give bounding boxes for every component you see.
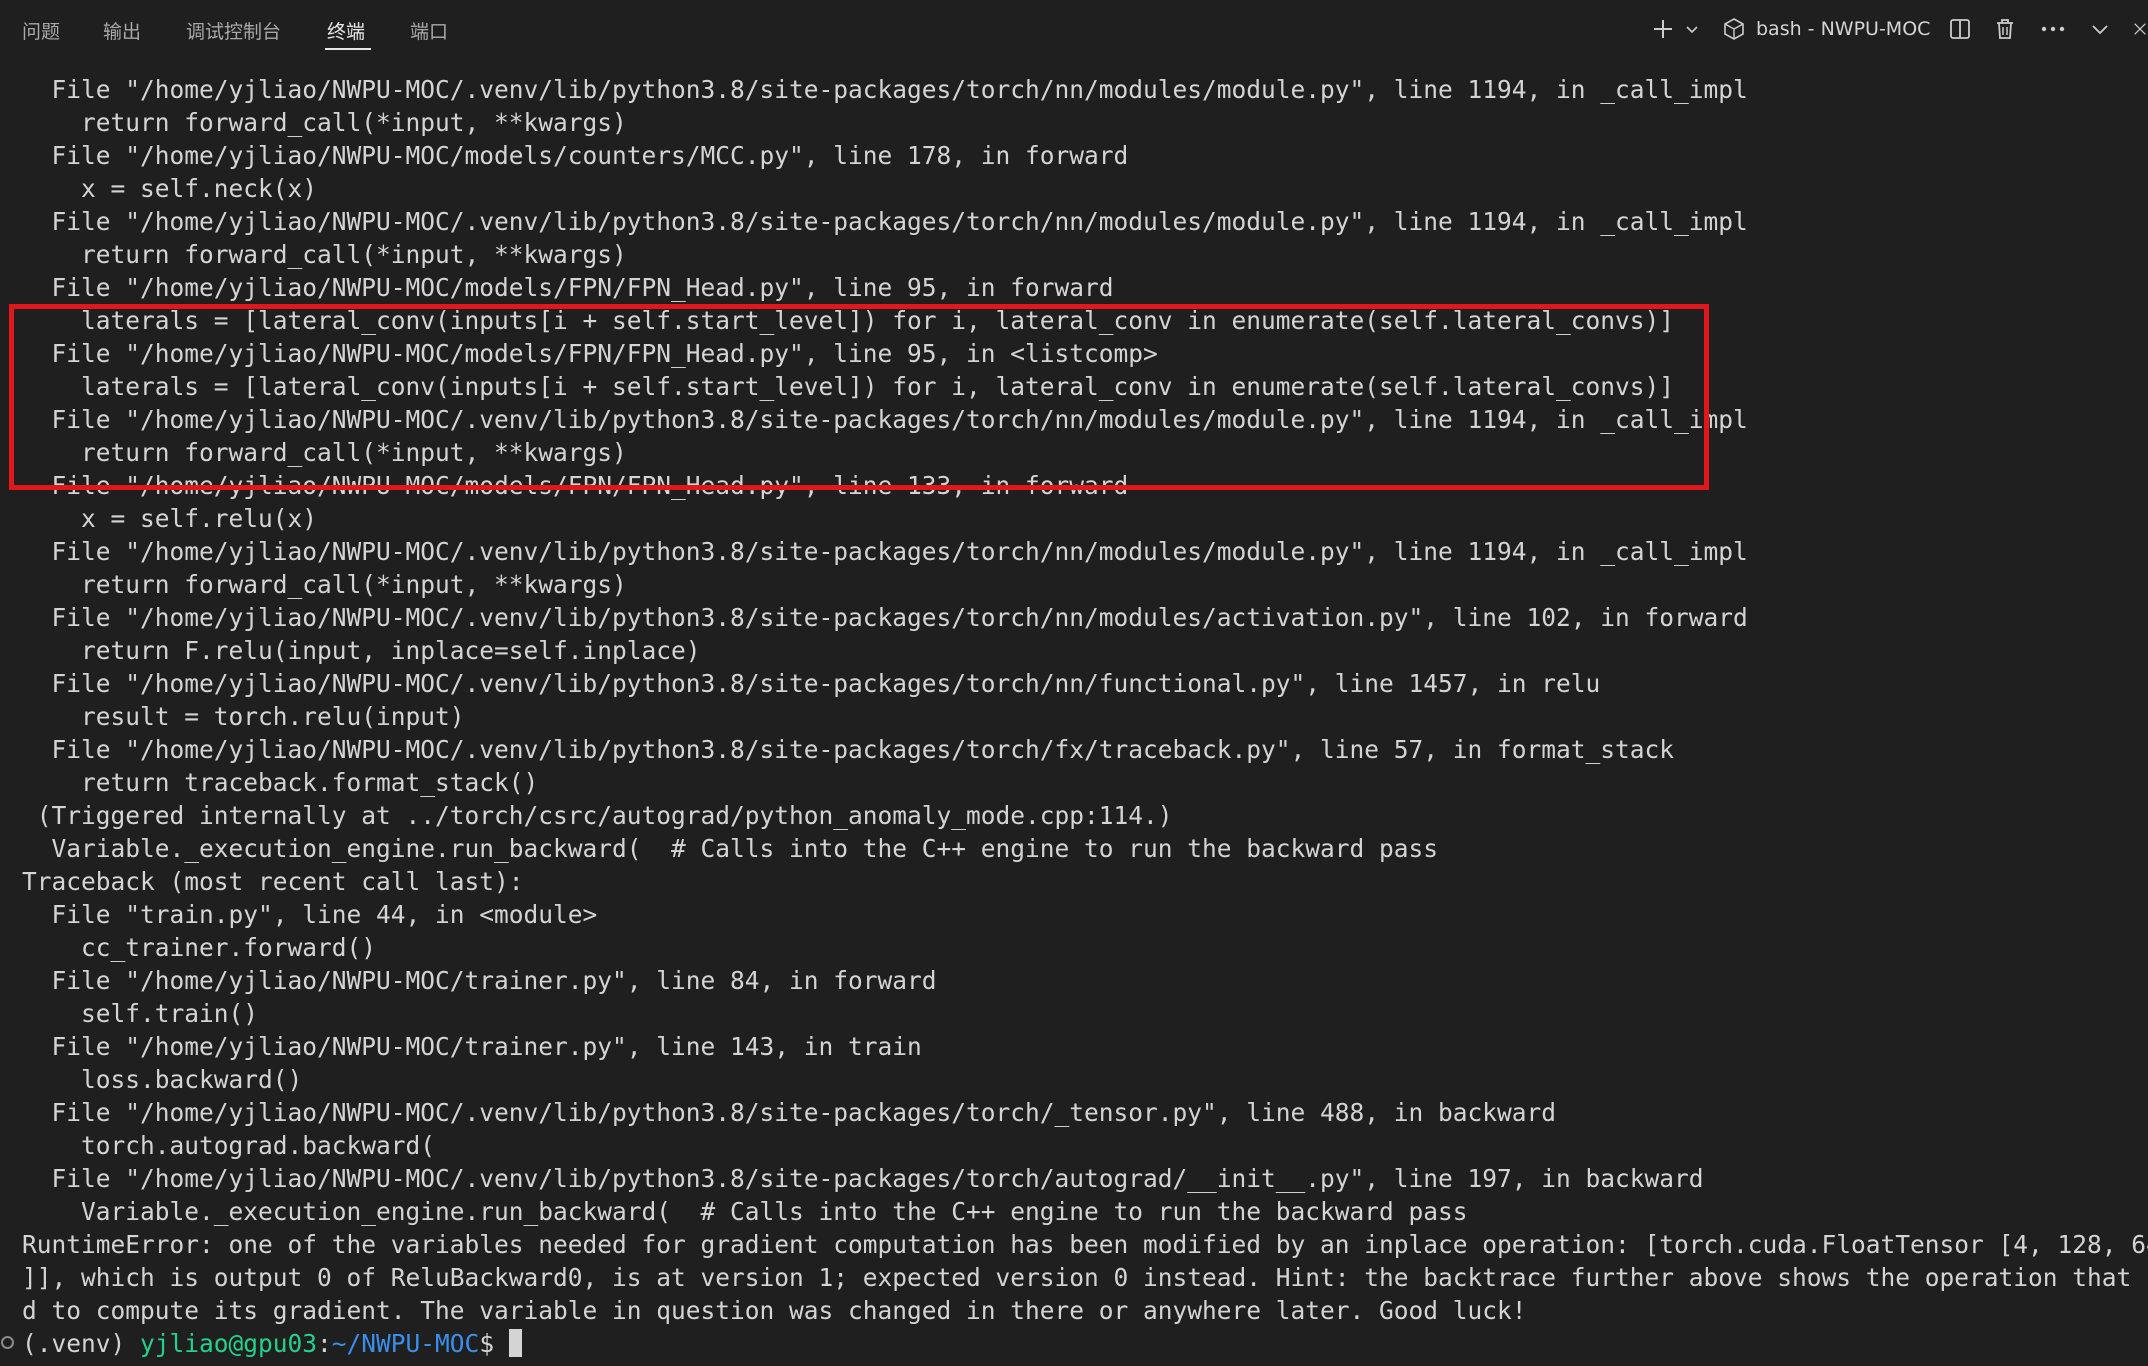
tab-ports[interactable]: 端口 — [410, 17, 448, 44]
terminal-name[interactable]: bash - NWPU-MOC — [1756, 18, 1930, 40]
terminal-line: return forward_call(*input, **kwargs) — [22, 570, 627, 599]
chevron-down-icon[interactable] — [1682, 14, 1702, 44]
tab-terminal[interactable]: 终端 — [327, 17, 365, 44]
terminal-line: File "/home/yjliao/NWPU-MOC/.venv/lib/py… — [22, 537, 1748, 566]
terminal-line: Variable._execution_engine.run_backward(… — [22, 1197, 1468, 1226]
error-line: d to compute its gradient. The variable … — [22, 1296, 1527, 1325]
terminal-line: File "/home/yjliao/NWPU-MOC/models/FPN/F… — [22, 273, 1114, 302]
terminal-line: return forward_call(*input, **kwargs) — [22, 240, 627, 269]
split-terminal-icon[interactable] — [1946, 14, 1974, 44]
active-tab-indicator — [325, 48, 371, 50]
terminal-line: File "/home/yjliao/NWPU-MOC/trainer.py",… — [22, 1032, 922, 1061]
terminal-line: File "/home/yjliao/NWPU-MOC/.venv/lib/py… — [22, 75, 1748, 104]
terminal-line: File "/home/yjliao/NWPU-MOC/.venv/lib/py… — [22, 735, 1675, 764]
terminal-line: File "/home/yjliao/NWPU-MOC/.venv/lib/py… — [22, 207, 1748, 236]
prompt-line[interactable]: (.venv) yjliao@gpu03:~/NWPU-MOC$ — [22, 1327, 522, 1360]
terminal-line: return forward_call(*input, **kwargs) — [22, 108, 627, 137]
ellipsis-icon[interactable] — [2038, 14, 2068, 44]
terminal-line: File "/home/yjliao/NWPU-MOC/trainer.py",… — [22, 966, 937, 995]
prompt-symbol: $ — [479, 1329, 509, 1358]
terminal-line: File "/home/yjliao/NWPU-MOC/.venv/lib/py… — [22, 1098, 1557, 1127]
terminal-line: File "/home/yjliao/NWPU-MOC/.venv/lib/py… — [22, 1164, 1704, 1193]
tab-output[interactable]: 输出 — [103, 17, 141, 44]
terminal-line: Traceback (most recent call last): — [22, 867, 524, 896]
terminal-line: File "/home/yjliao/NWPU-MOC/.venv/lib/py… — [22, 603, 1748, 632]
tab-problems[interactable]: 问题 — [22, 17, 60, 44]
trash-icon[interactable] — [1991, 14, 2019, 44]
plus-icon[interactable] — [1650, 14, 1676, 44]
panel-header: 问题 输出 调试控制台 终端 端口 bash - NWPU-MOC — [0, 0, 2148, 60]
tab-debug-console[interactable]: 调试控制台 — [186, 17, 281, 44]
terminal-cursor — [508, 1329, 522, 1357]
terminal-line: File "train.py", line 44, in <module> — [22, 900, 598, 929]
terminal-line: File "/home/yjliao/NWPU-MOC/models/count… — [22, 141, 1129, 170]
terminal-line: x = self.neck(x) — [22, 174, 318, 203]
highlight-box — [9, 304, 1709, 490]
terminal-line: return F.relu(input, inplace=self.inplac… — [22, 636, 701, 665]
terminal-line: loss.backward() — [22, 1065, 303, 1094]
prompt-separator: : — [317, 1329, 332, 1358]
prompt-user-host: yjliao@gpu03 — [140, 1329, 318, 1358]
error-line: RuntimeError: one of the variables neede… — [22, 1230, 2148, 1259]
terminal-output[interactable]: File "/home/yjliao/NWPU-MOC/.venv/lib/py… — [0, 63, 2148, 1366]
prompt-status-icon — [1, 1336, 14, 1349]
error-line: ]], which is output 0 of ReluBackward0, … — [22, 1263, 2148, 1292]
terminal-line: File "/home/yjliao/NWPU-MOC/.venv/lib/py… — [22, 669, 1601, 698]
terminal-line: return traceback.format_stack() — [22, 768, 539, 797]
maximize-chevron-icon[interactable] — [2087, 14, 2113, 44]
prompt-venv: (.venv) — [22, 1329, 141, 1358]
terminal-line: (Triggered internally at ../torch/csrc/a… — [22, 801, 1173, 830]
terminal-line: result = torch.relu(input) — [22, 702, 465, 731]
terminal-line: Variable._execution_engine.run_backward(… — [22, 834, 1439, 863]
terminal-line: self.train() — [22, 999, 259, 1028]
terminal-line: torch.autograd.backward( — [22, 1131, 436, 1160]
terminal-shell-icon — [1720, 14, 1748, 44]
terminal-line: cc_trainer.forward() — [22, 933, 377, 962]
terminal-line: x = self.relu(x) — [22, 504, 318, 533]
prompt-path: ~/NWPU-MOC — [331, 1329, 480, 1358]
close-icon[interactable] — [2132, 14, 2148, 44]
